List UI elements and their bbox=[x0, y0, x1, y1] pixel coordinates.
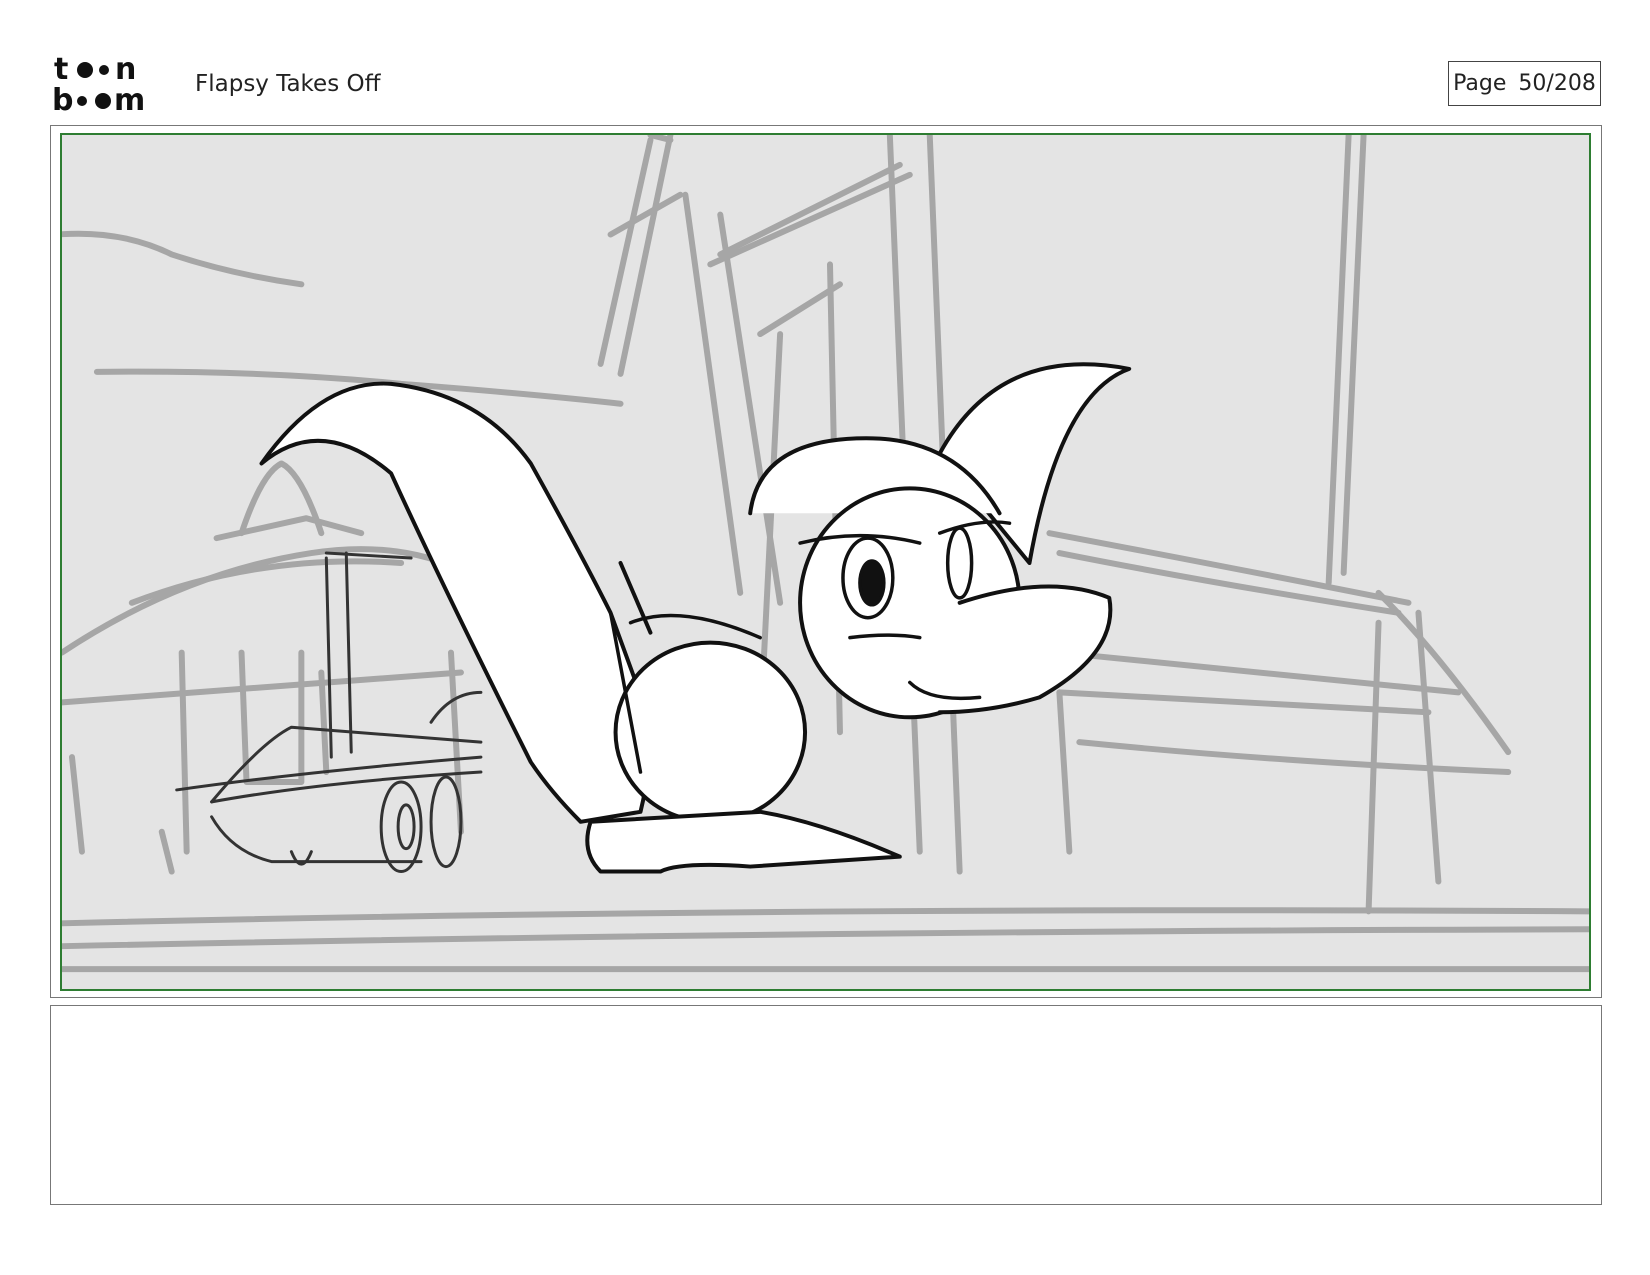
storyboard-panel-image bbox=[60, 133, 1591, 991]
page-number: 50/208 bbox=[1518, 71, 1596, 96]
svg-text:m: m bbox=[114, 83, 145, 114]
svg-text:n: n bbox=[115, 52, 136, 87]
sketch-drawing bbox=[62, 135, 1589, 973]
page-indicator: Page 50/208 bbox=[1448, 61, 1601, 106]
svg-text:t: t bbox=[54, 52, 68, 87]
toon-boom-logo: t n b m bbox=[52, 52, 172, 114]
page-label: Page bbox=[1453, 71, 1507, 96]
svg-text:b: b bbox=[52, 83, 73, 114]
airplane-sketch bbox=[175, 551, 483, 874]
project-title: Flapsy Takes Off bbox=[195, 71, 381, 97]
caption-box bbox=[50, 1005, 1602, 1205]
